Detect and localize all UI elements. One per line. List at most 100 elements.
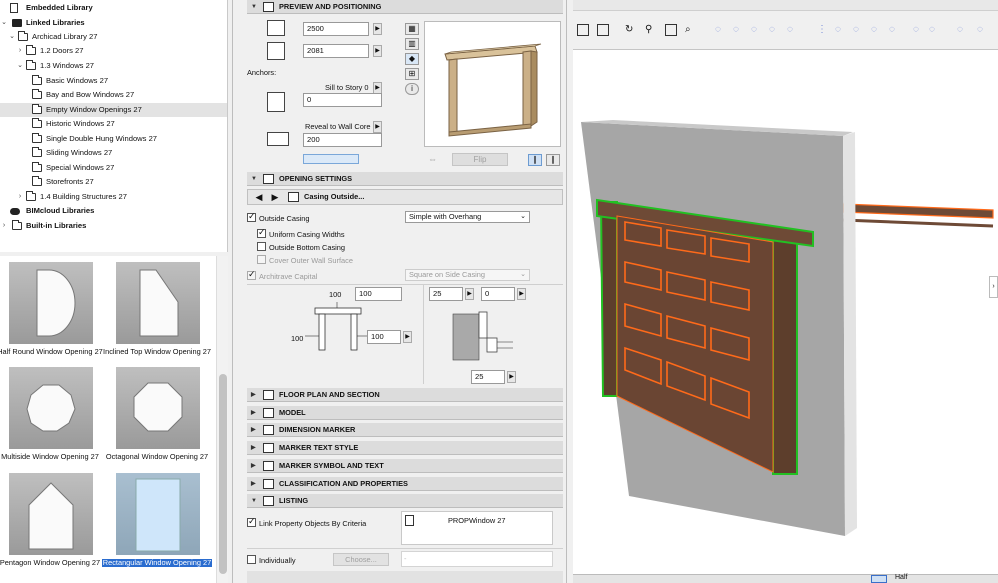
casing-width-arrow-button[interactable]: ▶	[507, 371, 516, 383]
uniform-casing-widths-checkbox[interactable]	[257, 227, 266, 238]
tree-item-sliding-windows[interactable]: Sliding Windows 27	[0, 146, 228, 160]
casing-depth-arrow-button[interactable]: ▶	[465, 288, 474, 300]
opening-side-right-button[interactable]: ∥	[546, 154, 560, 166]
zoom-icon[interactable]: ⌕	[685, 24, 697, 36]
chevron-right-icon[interactable]: ›	[0, 219, 8, 233]
height-field[interactable]: 2081	[303, 44, 369, 58]
section-view-icon[interactable]: ▥	[405, 38, 419, 50]
section-dimension-marker[interactable]: ▶ DIMENSION MARKER	[247, 423, 563, 437]
tree-item-builtin-libraries[interactable]: › Built-in Libraries	[0, 219, 228, 233]
tree-item-doors[interactable]: › 1.2 Doors 27	[0, 44, 228, 58]
tree-item-special-windows[interactable]: Special Windows 27	[0, 161, 228, 175]
chevron-right-icon[interactable]: ›	[16, 44, 24, 58]
style-icon[interactable]: ◌	[889, 24, 901, 36]
flip-button[interactable]: Flip	[452, 153, 508, 166]
thumbnail-pentagon-window[interactable]: Pentagon Window Opening 27	[0, 473, 110, 579]
cutaway-icon[interactable]: ◌	[871, 24, 883, 36]
property-object-box[interactable]: PROPWindow 27	[401, 511, 553, 545]
render-icon[interactable]: ◌	[977, 24, 989, 36]
view-settings-icon[interactable]	[597, 24, 609, 36]
walk-icon[interactable]: ⚲	[645, 24, 657, 36]
width-field[interactable]: 2500	[303, 22, 369, 36]
cover-outer-wall-checkbox[interactable]	[257, 255, 266, 264]
casing-offset-arrow-button[interactable]: ▶	[517, 288, 526, 300]
preview-3d-window[interactable]	[424, 21, 561, 147]
zoom-label[interactable]: Half	[895, 574, 907, 581]
reveal-options-toggle[interactable]	[303, 154, 359, 164]
thumbnail-inclined-top-window[interactable]: Inclined Top Window Opening 27	[103, 262, 217, 368]
zoom-preset-button[interactable]	[871, 575, 887, 583]
casing-top-field[interactable]: 100	[355, 287, 402, 301]
thumbnail-rectangular-window[interactable]: Rectangular Window Opening 27	[102, 473, 217, 579]
plan-view-icon[interactable]: ▦	[405, 23, 419, 35]
shadow-icon[interactable]: ◌	[929, 24, 941, 36]
architrave-type-dropdown[interactable]: Square on Side Casing ⌄	[405, 269, 530, 281]
subpage-selector[interactable]: Casing Outside...	[304, 192, 364, 201]
chevron-down-icon[interactable]: ⌄	[16, 59, 24, 73]
outside-bottom-casing-checkbox[interactable]	[257, 242, 266, 251]
partial-structure-icon[interactable]: ◌	[853, 24, 865, 36]
tree-item-basic-windows[interactable]: Basic Windows 27	[0, 74, 228, 88]
thumbnail-multiside-window[interactable]: Multiside Window Opening 27	[0, 367, 110, 473]
reveal-arrow-button[interactable]: ▶	[373, 121, 382, 133]
info-icon[interactable]: i	[405, 83, 419, 95]
chevron-down-icon[interactable]: ⌄	[8, 30, 16, 44]
casing-right-arrow-button[interactable]: ▶	[403, 331, 412, 343]
height-arrow-button[interactable]: ▶	[373, 45, 382, 57]
tree-item-historic-windows[interactable]: Historic Windows 27	[0, 117, 228, 131]
model-view-icon[interactable]: ◌	[751, 24, 763, 36]
architrave-capital-checkbox[interactable]	[247, 269, 256, 280]
section-display-icon[interactable]: ◌	[835, 24, 847, 36]
tree-item-linked-libraries[interactable]: ⌄ Linked Libraries	[0, 16, 228, 30]
thumbnail-octagonal-window[interactable]: Octagonal Window Opening 27	[106, 367, 217, 473]
side-expand-icon[interactable]: ›	[989, 276, 998, 298]
tree-item-bay-bow-windows[interactable]: Bay and Bow Windows 27	[0, 88, 228, 102]
section-opening-settings[interactable]: ▼ OPENING SETTINGS	[247, 172, 563, 186]
thumbnail-half-round-window[interactable]: Half Round Window Opening 27	[0, 262, 110, 368]
section-listing[interactable]: ▼ LISTING	[247, 494, 563, 508]
section-floor-plan-and-section[interactable]: ▶ FLOOR PLAN AND SECTION	[247, 388, 563, 402]
light-icon[interactable]: ◌	[913, 24, 925, 36]
casing-right-field[interactable]: 100	[367, 330, 401, 344]
orbit-icon[interactable]: ↻	[625, 24, 637, 36]
3d-viewport[interactable]: ›	[573, 50, 998, 574]
opening-side-left-button[interactable]: ∥	[528, 154, 542, 166]
visualization-icon[interactable]: ◌	[957, 24, 969, 36]
choose-button[interactable]: Choose...	[333, 553, 389, 566]
link-property-objects-checkbox[interactable]	[247, 516, 256, 527]
tree-item-building-structures[interactable]: › 1.4 Building Structures 27	[0, 190, 228, 204]
pen-set-icon[interactable]: ◌	[733, 24, 745, 36]
section-model[interactable]: ▶ MODEL	[247, 406, 563, 420]
section-marker-symbol-and-text[interactable]: ▶ MARKER SYMBOL AND TEXT	[247, 459, 563, 473]
next-page-icon[interactable]: ▶	[268, 191, 282, 203]
section-preview-positioning[interactable]: ▼ PREVIEW AND POSITIONING	[247, 0, 563, 14]
outside-casing-type-dropdown[interactable]: Simple with Overhang ⌄	[405, 211, 530, 223]
casing-offset-field[interactable]: 0	[481, 287, 515, 301]
3d-view-icon[interactable]: ◆	[405, 53, 419, 65]
tree-item-empty-window-openings[interactable]: Empty Window Openings 27	[0, 103, 227, 117]
width-arrow-button[interactable]: ▶	[373, 23, 382, 35]
filter-icon[interactable]	[665, 24, 677, 36]
individually-checkbox[interactable]	[247, 555, 256, 564]
sill-field[interactable]: 0	[303, 93, 382, 107]
tree-item-single-double-hung[interactable]: Single Double Hung Windows 27	[0, 132, 228, 146]
structure-display-icon[interactable]: ⋮	[817, 24, 829, 36]
graphic-override-icon[interactable]: ◌	[769, 24, 781, 36]
tree-item-bimcloud-libraries[interactable]: BIMcloud Libraries	[0, 204, 228, 218]
sill-anchor-label[interactable]: Sill to Story 0	[325, 83, 369, 92]
layer-combination-icon[interactable]: ◌	[715, 24, 727, 36]
tree-item-windows[interactable]: ⌄ 1.3 Windows 27	[0, 59, 228, 73]
tree-item-archicad-library[interactable]: ⌄ Archicad Library 27	[0, 30, 228, 44]
save-view-icon[interactable]	[577, 24, 589, 36]
tree-item-embedded-library[interactable]: Embedded Library	[0, 1, 228, 15]
previous-page-icon[interactable]: ◀	[252, 191, 266, 203]
thumbnail-scrollbar[interactable]	[216, 256, 228, 583]
section-classification-and-properties[interactable]: ▶ CLASSIFICATION AND PROPERTIES	[247, 477, 563, 491]
casing-width-field[interactable]: 25	[471, 370, 505, 384]
chevron-right-icon[interactable]: ›	[16, 190, 24, 204]
elevation-view-icon[interactable]: ⊞	[405, 68, 419, 80]
renovation-filter-icon[interactable]: ◌	[787, 24, 799, 36]
casing-depth-field[interactable]: 25	[429, 287, 463, 301]
reveal-field[interactable]: 200	[303, 133, 382, 147]
reveal-anchor-label[interactable]: Reveal to Wall Core	[305, 122, 370, 131]
